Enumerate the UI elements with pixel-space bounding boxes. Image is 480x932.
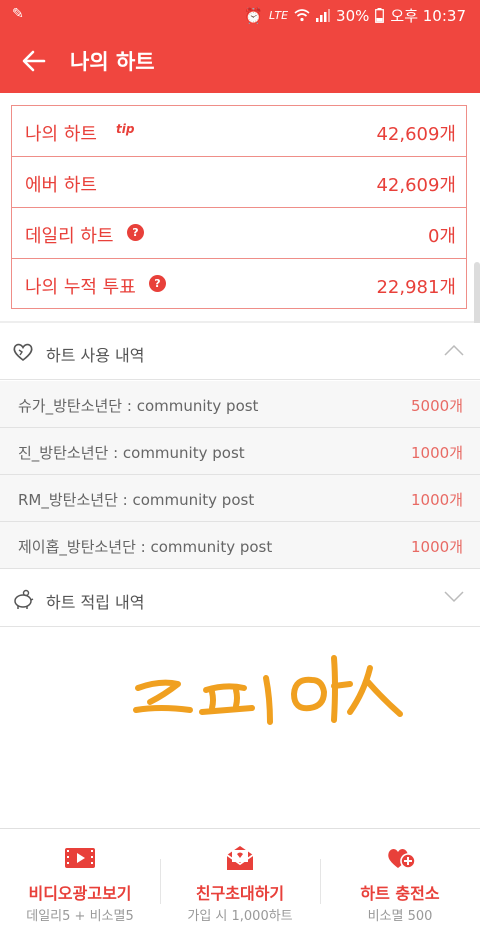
alarm-icon: ⏰: [244, 6, 263, 25]
heart-shop-sublabel: 비소멸 500: [367, 909, 433, 924]
heart-stats-card: 나의 하트 tip 42,609개 에버 하트 42,609개 데일리 하트 ?…: [11, 105, 467, 309]
usage-amount: 1000개: [411, 444, 463, 462]
stat-row-ever-hearts: 에버 하트 42,609개: [12, 157, 466, 208]
invite-friend-button[interactable]: 친구초대하기 가입 시 1,000하트: [160, 829, 320, 932]
video-ad-button[interactable]: 비디오광고보기 데일리5 + 비소멸5: [0, 829, 160, 932]
usage-amount: 5000개: [411, 397, 463, 415]
invite-friend-label: 친구초대하기: [195, 884, 285, 903]
back-arrow-icon[interactable]: [20, 47, 48, 75]
stat-label: 나의 누적 투표: [25, 277, 136, 298]
status-icons: ⏰ LTE 30% 오후 10:37: [244, 5, 466, 26]
heart-plus-icon: [388, 849, 416, 869]
video-ad-label: 비디오광고보기: [28, 884, 132, 903]
usage-description: 진_방탄소년단 : community post: [18, 444, 245, 462]
chevron-down-icon[interactable]: [444, 590, 464, 604]
help-icon[interactable]: ?: [149, 275, 166, 292]
battery-icon: [375, 8, 385, 23]
heart-shop-button[interactable]: 하트 충전소 비소멸 500: [320, 829, 480, 932]
stat-value: 0개: [427, 226, 456, 247]
stat-value: 42,609개: [376, 175, 456, 196]
notification-icon: ✎: [12, 6, 24, 22]
heart-shop-label: 하트 충전소: [360, 884, 440, 903]
video-icon: [65, 848, 95, 868]
usage-description: RM_방탄소년단 : community post: [18, 491, 255, 509]
chevron-up-icon[interactable]: [444, 343, 464, 357]
page-title: 나의 하트: [70, 50, 155, 74]
wifi-icon: [294, 9, 310, 22]
section-title: 하트 적립 내역: [46, 593, 145, 612]
usage-history-header[interactable]: 하트 사용 내역: [0, 323, 480, 380]
usage-amount: 1000개: [411, 491, 463, 509]
list-item: 진_방탄소년단 : community post 1000개: [0, 428, 480, 475]
earn-history-header[interactable]: 하트 적립 내역: [0, 570, 480, 627]
usage-description: 제이홉_방탄소년단 : community post: [18, 538, 273, 556]
invite-friend-sublabel: 가입 시 1,000하트: [187, 909, 293, 924]
app-header: 나의 하트: [0, 30, 480, 93]
stat-value: 22,981개: [376, 277, 456, 298]
list-item: 제이홉_방탄소년단 : community post 1000개: [0, 522, 480, 569]
stat-row-my-hearts: 나의 하트 tip 42,609개: [12, 106, 466, 157]
video-ad-sublabel: 데일리5 + 비소멸5: [26, 909, 134, 924]
list-item: RM_방탄소년단 : community post 1000개: [0, 475, 480, 522]
help-icon[interactable]: ?: [127, 224, 144, 241]
bottom-action-bar: 비디오광고보기 데일리5 + 비소멸5 친구초대하기 가입 시 1,000하트 …: [0, 828, 480, 932]
stat-row-daily-hearts: 데일리 하트 ? 0개: [12, 208, 466, 259]
section-title: 하트 사용 내역: [46, 346, 145, 365]
mail-icon: [226, 846, 254, 870]
piggy-bank-icon: [14, 589, 34, 609]
signal-icon: [316, 9, 331, 22]
stat-value: 42,609개: [376, 124, 456, 145]
handwritten-scribble: [133, 655, 403, 725]
tip-icon[interactable]: tip: [116, 122, 134, 139]
clock: 오후 10:37: [390, 7, 466, 25]
stat-label: 에버 하트: [25, 175, 97, 196]
list-item: 슈가_방탄소년단 : community post 5000개: [0, 381, 480, 428]
network-label: LTE: [268, 9, 289, 22]
heart-outline-icon: [13, 343, 33, 362]
battery-percent: 30%: [336, 6, 370, 25]
usage-description: 슈가_방탄소년단 : community post: [18, 397, 259, 415]
usage-amount: 1000개: [411, 538, 463, 556]
status-bar: ✎ ⏰ LTE 30% 오후 10:37: [0, 0, 480, 30]
stat-label: 데일리 하트: [25, 226, 114, 247]
stat-row-total-votes: 나의 누적 투표 ? 22,981개: [12, 259, 466, 310]
stat-label: 나의 하트: [25, 124, 97, 145]
